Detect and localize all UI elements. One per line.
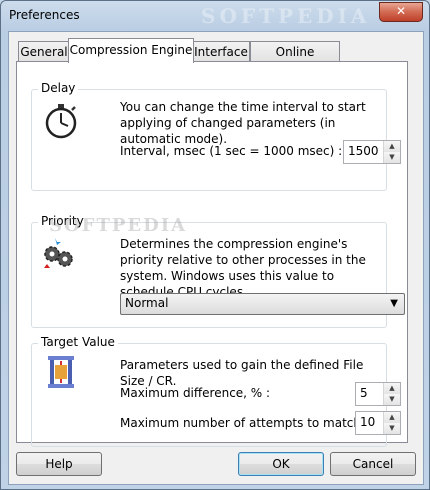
- stepper-up-button[interactable]: ▲: [384, 141, 400, 152]
- compress-icon: [48, 356, 74, 388]
- max-attempts-value: 10: [360, 415, 376, 429]
- max-difference-value: 5: [360, 386, 368, 400]
- help-button-label: Help: [45, 457, 73, 471]
- cancel-button-label: Cancel: [352, 457, 394, 471]
- compression-engine-panel: Delay You can change the time interval t…: [16, 61, 408, 447]
- tab-interface[interactable]: Interface: [192, 41, 250, 62]
- ok-button-label: OK: [272, 457, 290, 471]
- stepper-down-button[interactable]: ▼: [384, 394, 400, 405]
- tab-general[interactable]: General: [18, 41, 70, 62]
- max-attempts-label: Maximum number of attempts to match:: [120, 416, 366, 430]
- tab-label: Compression Engine: [69, 43, 193, 57]
- preferences-window: Preferences SOFTPEDIA ✕ General Compress…: [0, 0, 430, 490]
- priority-description: Determines the compression engine's prio…: [120, 237, 366, 299]
- stopwatch-icon: [45, 104, 77, 139]
- stepper-down-button[interactable]: ▼: [384, 152, 400, 163]
- priority-group: Priority Determines the compression engi…: [31, 214, 405, 328]
- window-title: Preferences: [9, 8, 80, 22]
- watermark: SOFTPEDIA: [49, 215, 188, 236]
- delay-group-label: Delay: [38, 81, 79, 95]
- help-button[interactable]: Help: [16, 452, 102, 476]
- chevron-down-icon: ▼: [390, 298, 398, 309]
- title-bar[interactable]: Preferences SOFTPEDIA ✕: [1, 1, 429, 31]
- interval-label: Interval, msec (1 sec = 1000 msec) :: [120, 144, 343, 158]
- interval-stepper[interactable]: 1500 ▲ ▼: [343, 140, 401, 164]
- cancel-button[interactable]: Cancel: [330, 452, 416, 476]
- watermark: SOFTPEDIA: [201, 4, 371, 28]
- tab-label: Interface: [194, 45, 248, 59]
- priority-select[interactable]: Normal ▼: [120, 293, 405, 315]
- tab-label: General: [20, 45, 68, 59]
- tab-compression-engine[interactable]: Compression Engine: [68, 38, 194, 63]
- stepper-down-button[interactable]: ▼: [384, 423, 400, 434]
- dialog-client: General Compression Engine Interface Onl…: [8, 31, 424, 485]
- priority-selected-value: Normal: [125, 296, 169, 310]
- close-button[interactable]: ✕: [379, 2, 423, 22]
- max-difference-stepper[interactable]: 5 ▲ ▼: [355, 382, 401, 406]
- max-attempts-stepper[interactable]: 10 ▲ ▼: [355, 411, 401, 435]
- stepper-up-button[interactable]: ▲: [384, 412, 400, 423]
- tab-online-services[interactable]: Online Services: [250, 41, 340, 79]
- gears-icon: [44, 238, 73, 268]
- target-value-group-label: Target Value: [38, 335, 118, 349]
- interval-value: 1500: [348, 144, 379, 158]
- close-icon: ✕: [395, 4, 407, 18]
- max-difference-label: Maximum difference, % :: [120, 386, 271, 400]
- ok-button[interactable]: OK: [238, 452, 324, 476]
- target-value-group: Target Value Parameters used to gain the…: [31, 335, 401, 447]
- stepper-up-button[interactable]: ▲: [384, 383, 400, 394]
- delay-group: Delay You can change the time interval t…: [31, 81, 401, 191]
